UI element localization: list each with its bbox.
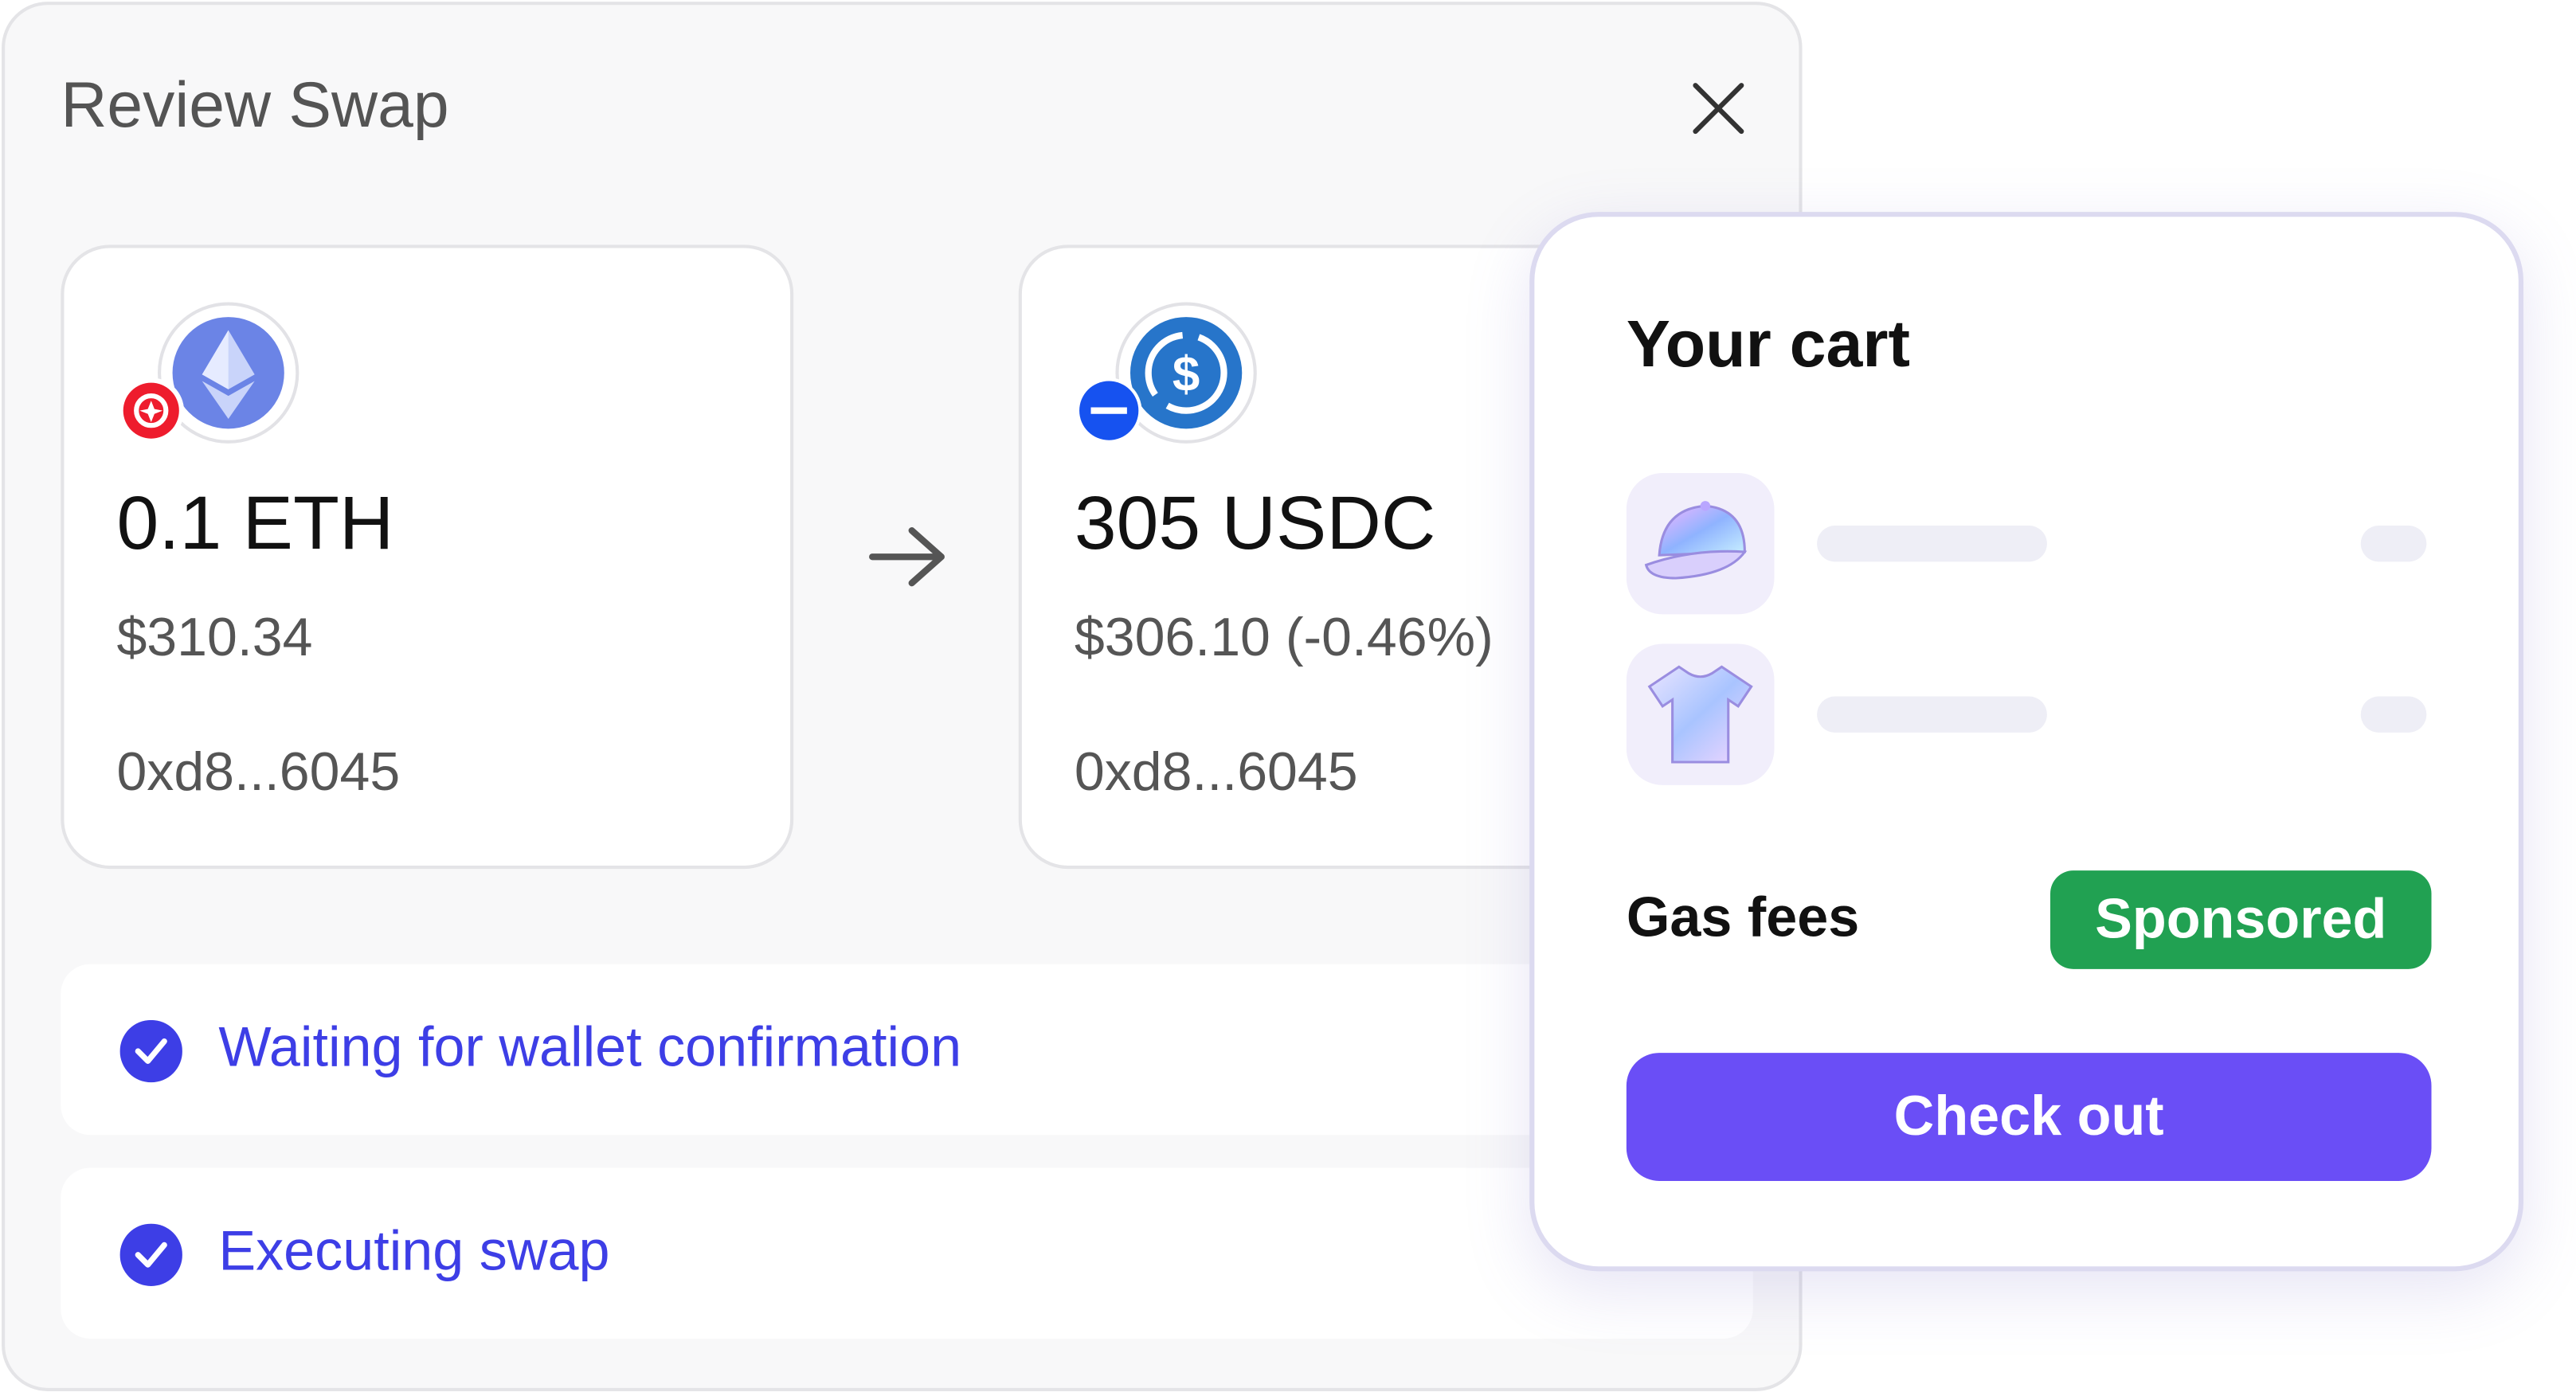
from-amount: 0.1 ETH bbox=[116, 479, 394, 565]
tshirt-icon bbox=[1647, 665, 1753, 764]
check-circle-icon bbox=[119, 1223, 182, 1286]
cart-title: Your cart bbox=[1626, 308, 1910, 381]
to-usd-value: $306.10 (-0.46%) bbox=[1074, 606, 1494, 667]
from-token-card: 0.1 ETH $310.34 0xd8...6045 bbox=[61, 244, 794, 870]
cap-icon bbox=[1644, 501, 1748, 580]
to-amount: 305 USDC bbox=[1074, 479, 1436, 565]
cart-item-cap[interactable] bbox=[1626, 473, 1775, 615]
close-icon bbox=[1693, 83, 1744, 135]
optimism-icon bbox=[118, 377, 184, 444]
item-name-placeholder bbox=[1817, 696, 2047, 733]
cart-item-tshirt[interactable] bbox=[1626, 643, 1775, 785]
step-wallet-confirmation: Waiting for wallet confirmation bbox=[61, 964, 1753, 1136]
check-out-button[interactable]: Check out bbox=[1626, 1053, 2432, 1181]
arrow-right-icon bbox=[869, 527, 945, 587]
step-label: Waiting for wallet confirmation bbox=[218, 1016, 962, 1080]
gas-fees-label: Gas fees bbox=[1626, 886, 1860, 950]
to-address: 0xd8...6045 bbox=[1074, 741, 1358, 802]
svg-text:$: $ bbox=[1173, 347, 1200, 402]
item-price-placeholder bbox=[2360, 696, 2427, 733]
cart-panel: Your cart Gas fees Sponsored Check out bbox=[1529, 212, 2523, 1272]
item-name-placeholder bbox=[1817, 526, 2047, 562]
close-button[interactable] bbox=[1681, 71, 1756, 147]
from-usd-value: $310.34 bbox=[116, 606, 313, 667]
check-circle-icon bbox=[119, 1019, 182, 1083]
base-icon bbox=[1075, 377, 1142, 444]
sponsored-badge: Sponsored bbox=[2050, 870, 2432, 969]
dialog-title: Review Swap bbox=[61, 70, 449, 142]
from-address: 0xd8...6045 bbox=[116, 741, 401, 802]
step-executing-swap: Executing swap bbox=[61, 1167, 1753, 1339]
item-price-placeholder bbox=[2360, 526, 2427, 562]
step-label: Executing swap bbox=[218, 1220, 610, 1283]
